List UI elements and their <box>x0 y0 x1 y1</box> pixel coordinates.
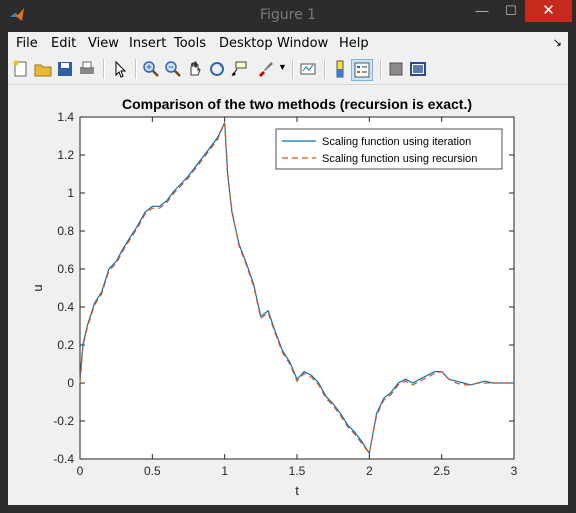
y-tick-label: 1 <box>67 186 74 200</box>
menu-edit[interactable]: Edit <box>51 36 76 51</box>
toolbar-separator <box>135 59 137 79</box>
x-axis-label: t <box>295 483 299 498</box>
chart-title: Comparison of the two methods (recursion… <box>122 96 472 112</box>
legend-entry-2: Scaling function using recursion <box>322 153 477 165</box>
menu-desktop[interactable]: Desktop <box>219 36 273 51</box>
print-icon[interactable] <box>77 59 97 79</box>
y-tick-label: -0.4 <box>53 452 74 466</box>
x-tick-label: 0 <box>77 464 84 478</box>
maximize-button[interactable]: ☐ <box>496 0 526 22</box>
zoom-in-icon[interactable] <box>141 59 161 79</box>
x-tick-label: 1 <box>221 464 228 478</box>
menu-view[interactable]: View <box>88 36 119 51</box>
menu-help[interactable]: Help <box>339 36 369 51</box>
y-tick-label: 1.2 <box>57 148 74 162</box>
zoom-out-icon[interactable] <box>163 59 183 79</box>
y-tick-label: 0.6 <box>57 262 74 276</box>
y-tick-label: 0 <box>67 376 74 390</box>
x-tick-label: 2 <box>366 464 373 478</box>
new-figure-icon[interactable] <box>11 59 31 79</box>
toolbar-separator <box>292 59 294 79</box>
brush-icon[interactable] <box>255 59 275 79</box>
open-file-icon[interactable] <box>33 59 53 79</box>
show-plot-tools-icon[interactable] <box>408 59 428 79</box>
link-plot-icon[interactable] <box>298 59 318 79</box>
x-tick-label: 2.5 <box>433 464 450 478</box>
x-tick-label: 3 <box>511 464 518 478</box>
line-chart[interactable]: 0 0.5 1 1.5 2 2.5 3 -0.4 -0.2 0 0.2 0.4 0.6 0.8 1 1.2 1.… <box>8 85 568 505</box>
colorbar-icon[interactable] <box>330 59 350 79</box>
toolbar-separator <box>324 59 326 79</box>
y-tick-label: 0.4 <box>57 300 74 314</box>
menu-insert[interactable]: Insert <box>129 36 166 51</box>
figure-window: Figure 1 — ☐ ✕ File Edit View Insert Too… <box>0 0 576 513</box>
pan-icon[interactable] <box>185 59 205 79</box>
data-cursor-icon[interactable] <box>229 59 249 79</box>
x-tick-label: 1.5 <box>289 464 306 478</box>
window-border <box>0 505 576 513</box>
y-tick-label: 1.4 <box>57 110 74 124</box>
hide-plot-tools-icon[interactable] <box>386 59 406 79</box>
y-tick-label: 0.8 <box>57 224 74 238</box>
rotate-icon[interactable] <box>207 59 227 79</box>
close-button[interactable]: ✕ <box>525 0 572 22</box>
menu-bar: File Edit View Insert Tools Desktop Wind… <box>8 32 568 54</box>
toolbar-separator <box>380 59 382 79</box>
menu-file[interactable]: File <box>16 36 38 51</box>
y-tick-label: -0.2 <box>53 414 74 428</box>
legend-entry-1: Scaling function using iteration <box>322 136 471 148</box>
legend-icon[interactable] <box>351 59 373 81</box>
menu-window[interactable]: Window <box>277 36 328 51</box>
figure-canvas: 0 0.5 1 1.5 2 2.5 3 -0.4 -0.2 0 0.2 0.4 0.6 0.8 1 1.2 1.… <box>8 85 568 505</box>
pointer-icon[interactable] <box>110 59 130 79</box>
x-tick-label: 0.5 <box>144 464 161 478</box>
save-icon[interactable] <box>55 59 75 79</box>
figure-toolbar: ▼ <box>8 54 568 85</box>
menu-tools[interactable]: Tools <box>174 36 206 51</box>
brush-dropdown-icon[interactable]: ▼ <box>278 62 287 72</box>
y-axis-label: u <box>30 284 45 291</box>
toolbar-separator <box>103 59 105 79</box>
title-bar[interactable]: Figure 1 — ☐ ✕ <box>0 0 576 30</box>
minimize-button[interactable]: — <box>467 0 497 22</box>
menu-overflow-icon[interactable]: ↘ <box>553 36 562 49</box>
y-tick-label: 0.2 <box>57 338 74 352</box>
